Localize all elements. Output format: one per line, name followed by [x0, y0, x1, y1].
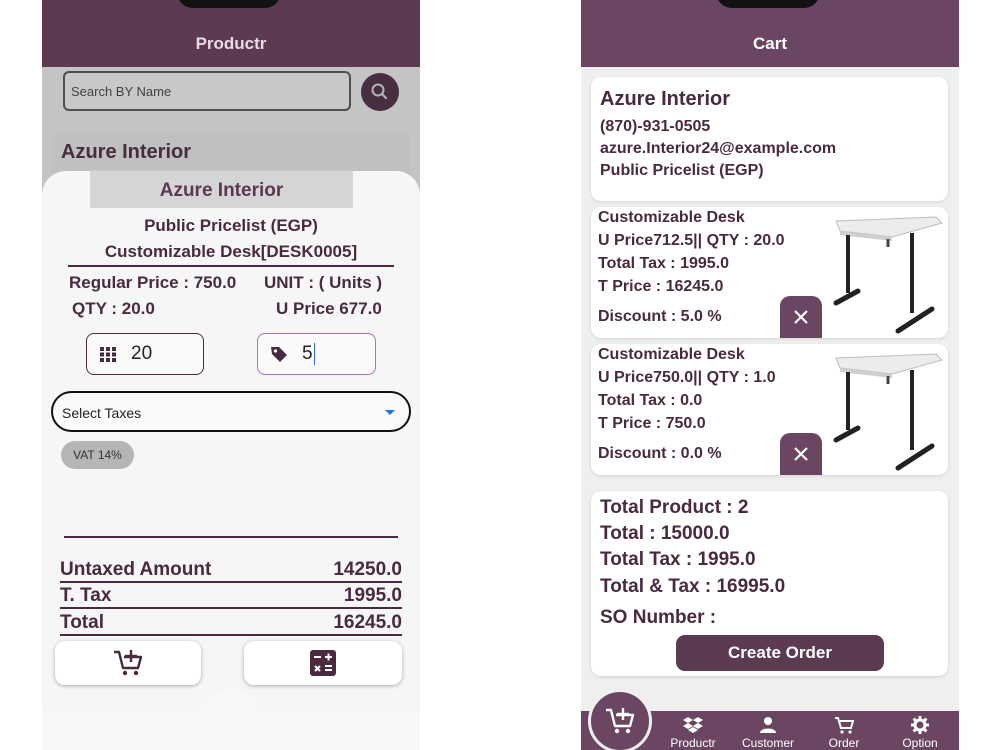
qty-label: QTY : 20.0 — [72, 299, 155, 318]
summary-value: 16245.0 — [333, 612, 402, 633]
quantity-field[interactable]: 20 — [86, 333, 204, 375]
dialog-product-name: Customizable Desk[DESK0005] — [104, 242, 358, 261]
cart-screen: Cart Azure Interior (870)-931-0505 azure… — [581, 0, 959, 750]
line-product-name: Customizable Desk — [598, 209, 745, 226]
divider — [60, 634, 402, 636]
cart-fab[interactable] — [588, 689, 652, 750]
divider — [60, 607, 402, 609]
dialog-pricelist: Public Pricelist (EGP) — [144, 216, 318, 235]
customer-card: Azure Interior (870)-931-0505 azure.Inte… — [591, 77, 948, 201]
customer-pricelist: Public Pricelist (EGP) — [600, 162, 764, 179]
divider — [68, 265, 394, 267]
unit-price: U Price 677.0 — [276, 299, 382, 318]
nav-label: Option — [902, 736, 938, 750]
so-number: SO Number : — [600, 607, 717, 628]
discount-value: 5 — [302, 343, 313, 364]
line-product-name: Customizable Desk — [598, 346, 745, 363]
nav-order[interactable]: Order — [809, 716, 879, 750]
cart-line-item: Customizable Desk U Price750.0|| QTY : 1… — [591, 344, 948, 475]
nav-label: Order — [828, 736, 860, 750]
summary-label: Untaxed Amount — [60, 559, 212, 580]
select-taxes-dropdown[interactable]: Select Taxes — [51, 391, 411, 432]
total: Total : 15000.0 — [600, 523, 730, 544]
grid-icon — [100, 347, 116, 362]
customer-name: Azure Interior — [600, 88, 731, 110]
remove-line-button[interactable] — [780, 433, 822, 475]
summary-value: 1995.0 — [343, 585, 402, 606]
customer-phone: (870)-931-0505 — [600, 118, 711, 135]
phone-notch — [716, 0, 820, 8]
line-tax: Total Tax : 0.0 — [598, 392, 703, 409]
total-product: Total Product : 2 — [600, 497, 749, 518]
nav-option[interactable]: Option — [885, 716, 955, 750]
phone-notch — [177, 0, 281, 8]
cart-line-item: Customizable Desk U Price712.5|| QTY : 2… — [591, 207, 948, 338]
order-summary-card: Total Product : 2 Total : 15000.0 Total … — [591, 491, 948, 676]
divider — [64, 536, 398, 538]
regular-price: Regular Price : 750.0 — [69, 273, 237, 292]
dialog-customer-name: Azure Interior — [159, 180, 284, 201]
calculate-button[interactable] — [244, 641, 402, 685]
nav-label: Customer — [741, 736, 794, 750]
line-discount: Discount : 0.0 % — [598, 445, 722, 462]
person-icon — [760, 717, 776, 733]
gear-icon — [911, 716, 929, 734]
calculator-icon — [310, 650, 336, 676]
add-to-cart-button[interactable] — [55, 641, 201, 685]
discount-field[interactable]: 5 — [257, 333, 376, 375]
remove-line-button[interactable] — [780, 296, 822, 338]
summary-label: T. Tax — [60, 585, 112, 606]
line-total-price: T Price : 16245.0 — [598, 278, 724, 295]
total-and-tax: Total & Tax : 16995.0 — [600, 576, 786, 597]
summary-label: Total — [60, 612, 104, 633]
quantity-value: 20 — [131, 343, 153, 364]
line-price-qty: U Price712.5|| QTY : 20.0 — [598, 232, 785, 249]
app-header: Cart — [581, 0, 959, 67]
line-discount: Discount : 5.0 % — [598, 308, 722, 325]
nav-label: Productr — [670, 736, 716, 750]
nav-customer[interactable]: Customer — [733, 716, 803, 750]
tag-icon — [271, 347, 287, 362]
product-screen: Productr Search BY Name Azure Interior A… — [42, 0, 420, 750]
line-tax: Total Tax : 1995.0 — [598, 255, 730, 272]
customer-email: azure.Interior24@example.com — [600, 140, 837, 157]
app-header: Productr — [42, 0, 420, 67]
text-cursor — [313, 343, 316, 365]
select-taxes-label: Select Taxes — [62, 405, 142, 421]
cart-icon — [835, 717, 854, 734]
line-total-price: T Price : 750.0 — [598, 415, 706, 432]
page-title: Productr — [195, 34, 267, 53]
add-cart-icon — [606, 708, 635, 734]
total-tax: Total Tax : 1995.0 — [600, 549, 756, 570]
dropbox-icon — [683, 717, 703, 733]
line-price-qty: U Price750.0|| QTY : 1.0 — [598, 369, 776, 386]
desk-image — [833, 353, 943, 471]
dropdown-arrow-icon — [385, 410, 395, 415]
desk-image — [833, 216, 943, 334]
unit-label: UNIT : ( Units ) — [264, 273, 383, 292]
add-cart-icon — [114, 650, 143, 676]
nav-productr[interactable]: Productr — [658, 716, 728, 750]
page-title: Cart — [752, 34, 787, 53]
tax-chip[interactable]: VAT 14% — [61, 441, 134, 469]
close-icon — [794, 310, 808, 324]
summary-value: 14250.0 — [333, 559, 402, 580]
divider — [60, 581, 402, 583]
close-icon — [794, 447, 808, 461]
dialog-customer-banner: Azure Interior — [90, 170, 353, 208]
create-order-button[interactable]: Create Order — [676, 635, 884, 671]
